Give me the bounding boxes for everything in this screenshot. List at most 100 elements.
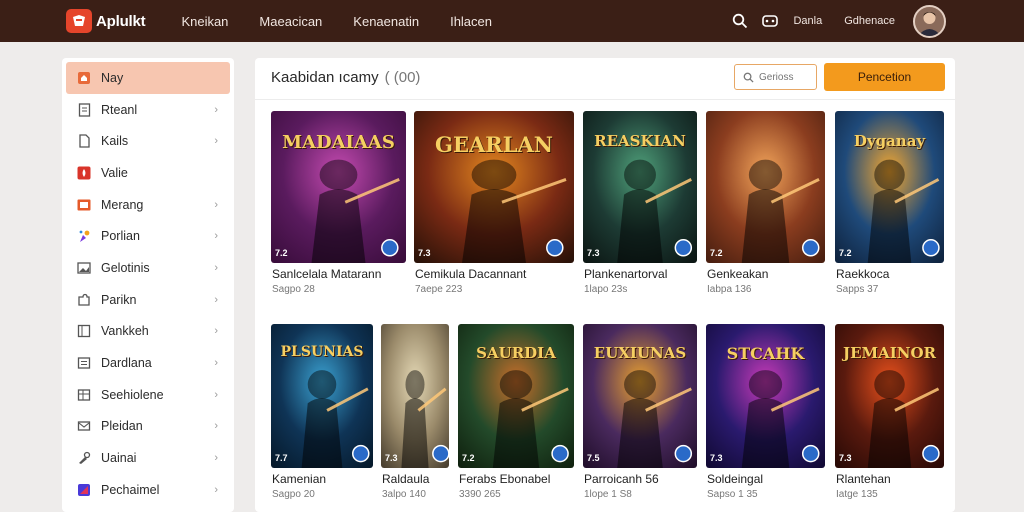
card-title[interactable]: Kamenian	[272, 472, 326, 486]
game-cover-image[interactable]: SAURDIA 7.2	[458, 324, 574, 468]
card-subtitle: 3alpo 140	[382, 489, 426, 500]
rating-badge: 7.2	[839, 248, 852, 258]
card-title[interactable]: Soldeingal	[707, 472, 763, 486]
card-title[interactable]: Genkeakan	[707, 267, 768, 281]
card-title[interactable]: Raekkoca	[836, 267, 889, 281]
nav-link[interactable]: Maeacican	[259, 14, 322, 29]
card-title[interactable]: Ferabs Ebonabel	[459, 472, 550, 486]
rating-badge: 7.2	[275, 248, 288, 258]
sidebar-item[interactable]: Uainai ›	[66, 442, 230, 474]
card-title[interactable]: Raldaula	[382, 472, 429, 486]
chevron-right-icon: ›	[214, 483, 218, 496]
cover-title: GEARLAN	[435, 132, 553, 157]
rating-badge: 7.7	[275, 453, 288, 463]
nav-link[interactable]: Kenaenatin	[353, 14, 419, 29]
app-name: Aplulkt	[96, 12, 146, 30]
list-icon	[77, 356, 91, 370]
rating-badge: 7.3	[587, 248, 600, 258]
game-cover-image[interactable]: 7.2	[706, 111, 825, 263]
chevron-right-icon: ›	[214, 420, 218, 433]
cover-title: EUXIUNAS	[593, 344, 687, 362]
nav-link[interactable]: Kneikan	[181, 14, 228, 29]
section-title: Kaabidan ıcamy ( (00)	[271, 69, 420, 86]
file-icon	[77, 134, 91, 148]
card-title[interactable]: Plankenartorval	[584, 267, 667, 281]
chevron-right-icon: ›	[214, 261, 218, 274]
game-cover-image[interactable]: EUXIUNAS 7.5	[583, 324, 697, 468]
cover-title: MADAIAAS	[282, 132, 395, 153]
cover-title: PLSUNIAS	[280, 344, 364, 360]
sidebar-item[interactable]: Kails ›	[66, 125, 230, 157]
game-cover-image[interactable]: 7.3	[381, 324, 449, 468]
card-subtitle: Sagpo 28	[272, 284, 315, 295]
card-subtitle: Sapso 1 35	[707, 489, 758, 500]
sidebar-item[interactable]: Pechaimel ›	[66, 474, 230, 506]
sidebar-item[interactable]: Seehiolene ›	[66, 379, 230, 411]
top-bar: Aplulkt Kneikan Maeacican Kenaenatin Ihl…	[0, 0, 1024, 42]
sidebar-item[interactable]: Merang ›	[66, 189, 230, 221]
card-subtitle: 1lope 1 S8	[584, 489, 632, 500]
image-icon	[77, 261, 91, 275]
sidebar-item-label: Gelotinis	[101, 260, 150, 275]
sidebar-item-label: Pleidan	[101, 419, 143, 434]
sidebar-item-label: Rteanl	[101, 102, 138, 117]
item-count: ( (00)	[384, 69, 421, 86]
game-cover-image[interactable]: STCAHK 7.3	[706, 324, 825, 468]
game-cover-image[interactable]: MADAIAAS 7.2	[271, 111, 406, 263]
sidebar-item-label: Parikn	[101, 292, 137, 307]
rating-badge: 7.2	[462, 453, 475, 463]
search-icon	[743, 72, 754, 83]
primary-action-button[interactable]: Pencetion	[824, 63, 945, 91]
palette-icon	[77, 483, 91, 497]
rating-badge: 7.2	[710, 248, 723, 258]
header-link[interactable]: Danla	[793, 15, 822, 27]
card-title[interactable]: Rlantehan	[836, 472, 891, 486]
sidebar-item-label: Valie	[101, 165, 128, 180]
game-cover-image[interactable]: REASKIAN 7.3	[583, 111, 697, 263]
cover-title: Dyganay	[853, 132, 926, 150]
rating-badge: 7.3	[710, 453, 723, 463]
mail-icon	[77, 419, 91, 433]
sidebar-item[interactable]: Gelotinis ›	[66, 252, 230, 284]
flame-icon	[77, 166, 91, 180]
sparkle-icon	[77, 229, 91, 243]
sidebar: Nay Rteanl › Kails › Valie Merang › Porlian › Gelo…	[62, 58, 234, 512]
sidebar-item-label: Seehiolene	[101, 387, 164, 402]
game-cover-image[interactable]: GEARLAN 7.3	[414, 111, 574, 263]
main-nav: Kneikan Maeacican Kenaenatin Ihlacen	[181, 14, 523, 29]
user-avatar[interactable]	[913, 4, 946, 38]
nav-link[interactable]: Ihlacen	[450, 14, 492, 29]
search-input[interactable]	[759, 71, 815, 83]
card-subtitle: Sapps 37	[836, 284, 879, 295]
sidebar-item[interactable]: Parikn ›	[66, 284, 230, 316]
search-field[interactable]	[734, 64, 817, 90]
rating-badge: 7.3	[385, 453, 398, 463]
sidebar-item[interactable]: Vankkeh ›	[66, 316, 230, 348]
rating-badge: 7.3	[839, 453, 852, 463]
header-link[interactable]: Gdhenace	[844, 15, 895, 27]
sidebar-item-label: Vankkeh	[101, 324, 149, 339]
game-cover-image[interactable]: PLSUNIAS 7.7	[271, 324, 373, 468]
card-title[interactable]: Parroicanh 56	[584, 472, 659, 486]
sidebar-item[interactable]: Porlian ›	[66, 220, 230, 252]
sidebar-item[interactable]: Dardlana ›	[66, 347, 230, 379]
search-icon[interactable]	[729, 10, 751, 32]
sidebar-item-label: Nay	[101, 70, 124, 85]
sidebar-item[interactable]: Rteanl ›	[66, 94, 230, 126]
card-title[interactable]: Sanlcelala Matarann	[272, 267, 381, 281]
sidebar-item[interactable]: Nay	[66, 62, 230, 94]
chevron-right-icon: ›	[214, 230, 218, 243]
game-cover-image[interactable]: JEMAINOR 7.3	[835, 324, 944, 468]
chevron-right-icon: ›	[214, 135, 218, 148]
card-title[interactable]: Cemikula Dacannant	[415, 267, 526, 281]
gamepad-icon[interactable]	[759, 10, 781, 32]
game-cover-image[interactable]: Dyganay 7.2	[835, 111, 944, 263]
cover-title: STCAHK	[726, 344, 805, 363]
card-subtitle: 3390 265	[459, 489, 501, 500]
home-icon	[77, 71, 91, 85]
chevron-right-icon: ›	[214, 103, 218, 116]
sidebar-item[interactable]: Valie	[66, 157, 230, 189]
sidebar-item-label: Merang	[101, 197, 144, 212]
sidebar-item[interactable]: Pleidan ›	[66, 411, 230, 443]
app-logo[interactable]: Aplulkt	[66, 9, 146, 33]
